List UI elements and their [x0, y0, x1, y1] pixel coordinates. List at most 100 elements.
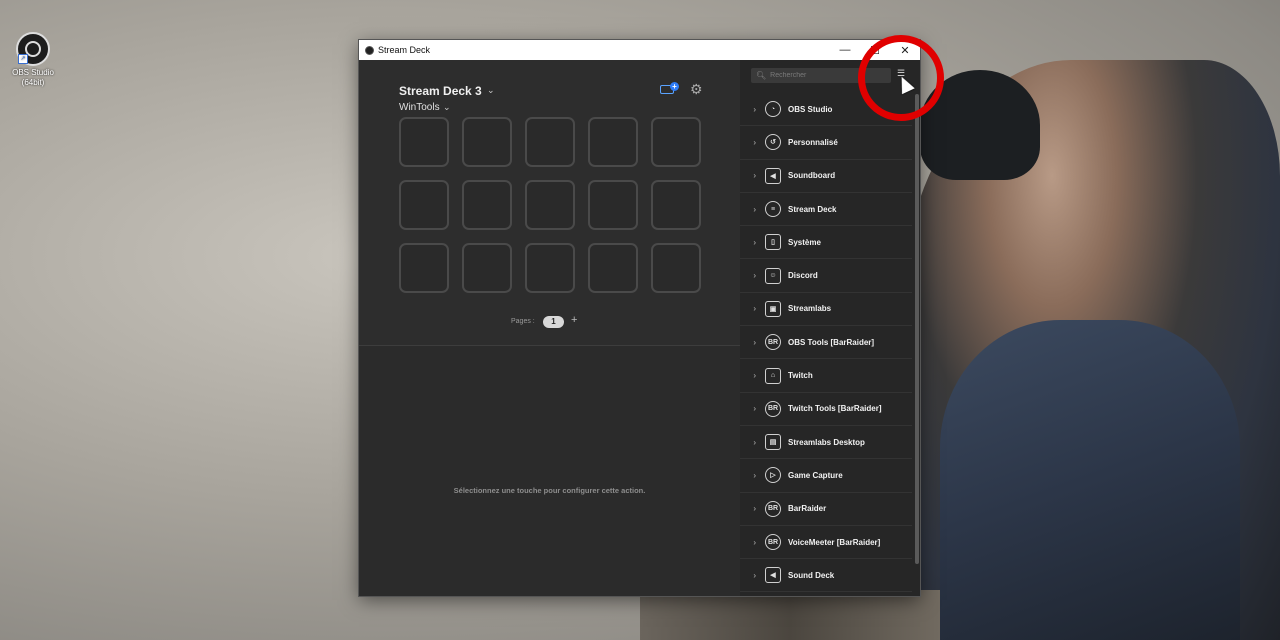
title-bar[interactable]: Stream Deck — ☐ ✕	[359, 40, 920, 60]
streamlabs-desktop-icon: ▤	[765, 434, 781, 451]
category-label: OBS Studio	[788, 104, 833, 114]
key-slot[interactable]	[651, 117, 701, 167]
pages-label: Pages :	[511, 318, 535, 325]
chevron-right-icon: ›	[753, 137, 756, 147]
canvas-pane: Stream Deck 3 ⌄ WinTools ⌄ + ⚙ Pages : 1…	[359, 60, 740, 596]
system-icon: ▯	[765, 234, 781, 251]
key-slot[interactable]	[462, 180, 512, 230]
background-vest	[940, 320, 1240, 640]
minimize-button[interactable]: —	[830, 40, 860, 60]
key-slot[interactable]	[399, 243, 449, 293]
chevron-right-icon: ›	[753, 404, 756, 414]
key-slot[interactable]	[651, 243, 701, 293]
category-item[interactable]: › BR VoiceMeeter [BarRaider]	[740, 526, 912, 560]
key-slot[interactable]	[588, 117, 638, 167]
chevron-right-icon: ›	[753, 570, 756, 580]
chevron-right-icon: ›	[753, 504, 756, 514]
category-label: BarRaider	[788, 504, 827, 514]
category-item[interactable]: › BR Twitch Tools [BarRaider]	[740, 393, 912, 426]
category-label: Streamlabs Desktop	[788, 437, 865, 447]
action-config-area: Sélectionnez une touche pour configurer …	[359, 346, 740, 596]
page-button-1[interactable]: 1	[543, 316, 564, 328]
category-label: OBS Tools [BarRaider]	[788, 337, 875, 347]
key-slot[interactable]	[462, 117, 512, 167]
category-item[interactable]: › ◀ Soundboard	[740, 160, 912, 193]
device-selector[interactable]: Stream Deck 3	[399, 84, 482, 98]
chevron-right-icon: ›	[753, 237, 756, 247]
key-slot[interactable]	[525, 180, 575, 230]
discord-icon: ☺	[765, 267, 781, 284]
stream-deck-icon: ≡	[765, 201, 781, 218]
shortcut-arrow-icon: ↗	[18, 54, 28, 64]
barraider-icon: BR	[765, 534, 781, 550]
category-label: Personnalisé	[788, 137, 838, 147]
play-icon: ▷	[765, 467, 781, 484]
category-item[interactable]: › ▣ Streamlabs	[740, 293, 912, 327]
barraider-icon: BR	[765, 334, 781, 351]
gear-icon[interactable]: ⚙	[690, 81, 703, 98]
custom-icon: ↺	[765, 134, 781, 151]
config-hint: Sélectionnez une touche pour configurer …	[453, 486, 646, 495]
key-slot[interactable]	[588, 243, 638, 293]
category-label: Twitch Tools [BarRaider]	[788, 404, 882, 414]
actions-sidebar: 🔍︎ ☰ ›◔OBS Studio ›↺Personnalisé ›◀Sound…	[740, 60, 920, 596]
chevron-right-icon: ›	[753, 171, 756, 181]
stream-deck-window: Stream Deck — ☐ ✕ Stream Deck 3 ⌄ WinToo…	[359, 40, 920, 596]
desktop-icon-label: OBS Studio (64bit)	[12, 68, 54, 87]
app-icon	[365, 45, 374, 55]
sound-deck-icon: ◀	[765, 567, 781, 584]
chevron-down-icon[interactable]: ⌄	[487, 85, 495, 96]
key-slot[interactable]	[525, 243, 575, 293]
desktop-icon-obs[interactable]: ↗ OBS Studio (64bit)	[8, 32, 58, 88]
chevron-down-icon[interactable]: ⌄	[443, 102, 451, 113]
search-icon: 🔍︎	[756, 71, 767, 80]
background-soldier	[900, 60, 1280, 640]
chevron-right-icon: ›	[753, 304, 756, 314]
category-item[interactable]: › ▷ Game Capture	[740, 459, 912, 493]
key-grid	[399, 117, 701, 293]
chevron-right-icon: ›	[753, 104, 756, 114]
category-label: Twitch	[788, 371, 813, 381]
category-list: › ◔ OBS Studio › ↺ Personnalisé › ◀ Soundboard…	[740, 93, 912, 593]
category-item[interactable]: › BR BarRaider	[740, 493, 912, 526]
chevron-right-icon: ›	[753, 437, 756, 447]
key-slot[interactable]	[399, 180, 449, 230]
category-item[interactable]: › ≡ Stream Deck	[740, 193, 912, 227]
chevron-right-icon: ›	[753, 271, 756, 281]
category-label: Game Capture	[788, 470, 843, 480]
category-item[interactable]: › ☺ Discord	[740, 259, 912, 293]
speaker-icon: ◀	[765, 167, 781, 184]
add-page-button[interactable]: +	[571, 314, 577, 326]
chevron-right-icon: ›	[753, 537, 756, 547]
key-slot[interactable]	[651, 180, 701, 230]
add-badge-icon: +	[670, 82, 679, 91]
streamlabs-icon: ▣	[765, 300, 781, 317]
window-title: Stream Deck	[378, 45, 431, 55]
category-item[interactable]: › ⌂ Twitch	[740, 359, 912, 393]
chevron-right-icon: ›	[753, 371, 756, 381]
category-label: Sound Deck	[788, 570, 835, 580]
chevron-right-icon: ›	[753, 204, 756, 214]
chevron-right-icon: ›	[753, 337, 756, 347]
twitch-icon: ⌂	[765, 367, 781, 384]
key-slot[interactable]	[525, 117, 575, 167]
sidebar-scrollbar[interactable]	[915, 94, 919, 564]
category-label: Discord	[788, 271, 818, 281]
category-item[interactable]: › BR OBS Tools [BarRaider]	[740, 326, 912, 360]
category-label: Soundboard	[788, 171, 836, 181]
key-slot[interactable]	[399, 117, 449, 167]
category-item[interactable]: › ◀ Sound Deck	[740, 559, 912, 593]
category-label: Système	[788, 237, 821, 247]
category-label: VoiceMeeter [BarRaider]	[788, 537, 881, 547]
chevron-right-icon: ›	[753, 470, 756, 480]
key-slot[interactable]	[588, 180, 638, 230]
key-slot[interactable]	[462, 243, 512, 293]
category-item[interactable]: › ↺ Personnalisé	[740, 126, 912, 160]
category-item[interactable]: › ▯ Système	[740, 226, 912, 260]
category-item[interactable]: › ▤ Streamlabs Desktop	[740, 426, 912, 460]
category-label: Stream Deck	[788, 204, 837, 214]
barraider-icon: BR	[765, 500, 781, 517]
obs-icon: ◔	[765, 101, 781, 118]
barraider-icon: BR	[765, 400, 781, 417]
profile-selector[interactable]: WinTools	[399, 102, 440, 113]
